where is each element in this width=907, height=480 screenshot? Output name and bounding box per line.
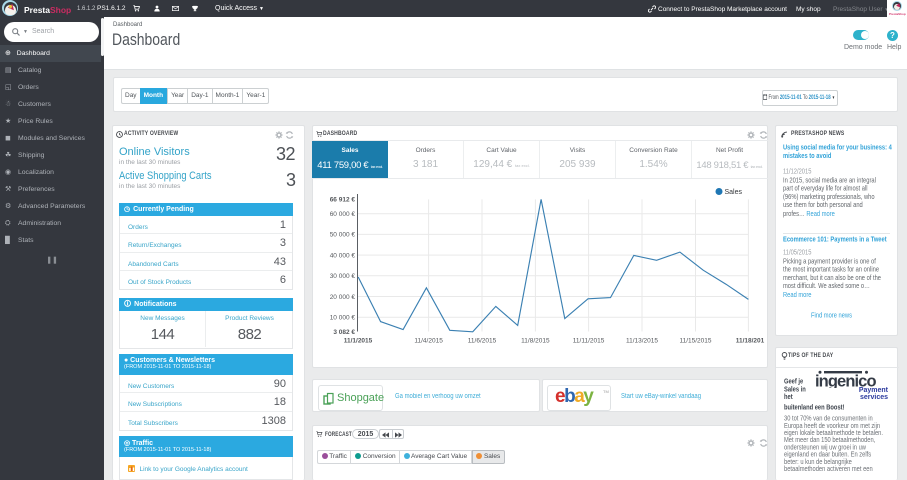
svg-text:30 000 €: 30 000 € — [330, 273, 356, 280]
svg-text:11/13/2015: 11/13/2015 — [626, 338, 658, 345]
svg-text:66 912 €: 66 912 € — [330, 197, 356, 204]
svg-text:40 000 €: 40 000 € — [330, 252, 356, 259]
svg-text:11/18/201: 11/18/201 — [736, 338, 765, 345]
svg-text:20 000 €: 20 000 € — [330, 294, 356, 301]
svg-text:60 000 €: 60 000 € — [330, 211, 356, 218]
svg-text:ingenico: ingenico — [816, 373, 876, 389]
svg-text:11/11/2015: 11/11/2015 — [573, 338, 605, 345]
svg-text:11/1/2015: 11/1/2015 — [344, 338, 373, 345]
svg-text:10 000 €: 10 000 € — [330, 315, 356, 322]
svg-text:11/8/2015: 11/8/2015 — [521, 338, 550, 345]
svg-text:11/15/2015: 11/15/2015 — [679, 338, 711, 345]
svg-text:50 000 €: 50 000 € — [330, 232, 356, 239]
svg-text:11/6/2015: 11/6/2015 — [468, 338, 497, 345]
svg-text:Sales: Sales — [725, 189, 743, 196]
svg-text:11/4/2015: 11/4/2015 — [414, 338, 443, 345]
svg-text:3 082 €: 3 082 € — [333, 329, 355, 336]
